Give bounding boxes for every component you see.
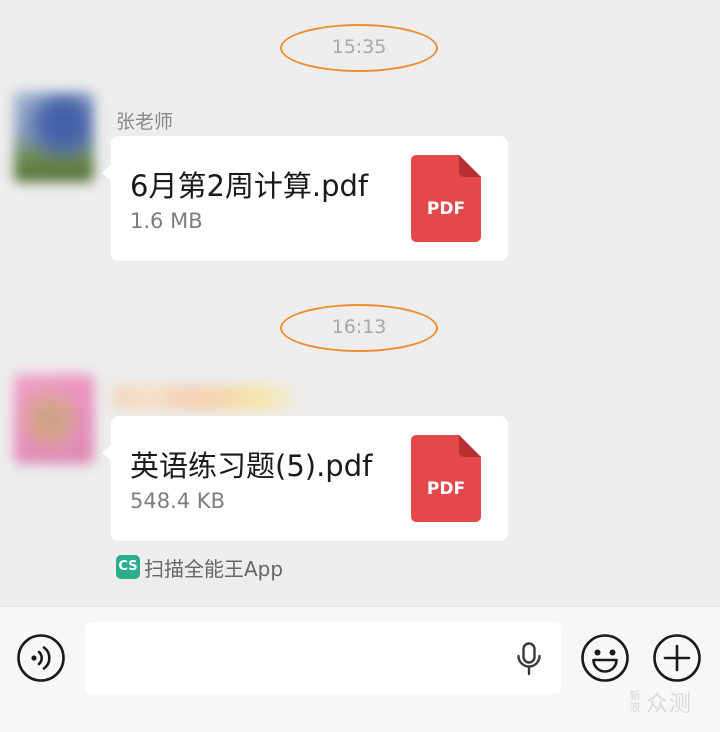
pdf-file-icon: PDF: [411, 155, 481, 242]
timestamp: 15:35: [280, 24, 438, 72]
file-size: 1.6 MB: [130, 209, 203, 233]
watermark: 新浪 众测: [628, 686, 692, 718]
file-name: 英语练习题(5).pdf: [130, 449, 373, 483]
watermark-big: 众测: [646, 692, 693, 717]
camscanner-logo-icon: CS: [116, 555, 140, 579]
watermark-small: 新浪: [629, 689, 641, 714]
file-size: 548.4 KB: [130, 489, 225, 513]
timestamp-text: 15:35: [331, 36, 387, 58]
pdf-icon-label: PDF: [427, 199, 465, 219]
timestamp-text: 16:13: [331, 316, 387, 338]
voice-icon[interactable]: [16, 633, 66, 683]
avatar[interactable]: [14, 374, 94, 464]
input-bar: [0, 606, 720, 732]
plus-icon[interactable]: [652, 633, 702, 683]
file-name: 6月第2周计算.pdf: [130, 169, 369, 203]
pdf-file-icon: PDF: [411, 435, 481, 522]
avatar[interactable]: [14, 92, 94, 182]
app-source-label: 扫描全能王App: [144, 556, 284, 581]
file-message[interactable]: 英语练习题(5).pdf 548.4 KB PDF: [102, 416, 508, 541]
app-source-link[interactable]: CS 扫描全能王App: [116, 553, 283, 581]
message-input[interactable]: [85, 622, 561, 694]
chat-area: 15:35 张老师 6月第2周计算.pdf 1.6 MB PDF 16:13 英…: [0, 0, 720, 606]
sender-name: 张老师: [116, 111, 174, 133]
pdf-icon-label: PDF: [427, 479, 465, 499]
emoji-icon[interactable]: [580, 633, 630, 683]
file-message[interactable]: 6月第2周计算.pdf 1.6 MB PDF: [102, 136, 508, 261]
timestamp: 16:13: [280, 304, 438, 352]
sender-name-redacted: [112, 386, 302, 410]
microphone-icon[interactable]: [516, 642, 542, 676]
